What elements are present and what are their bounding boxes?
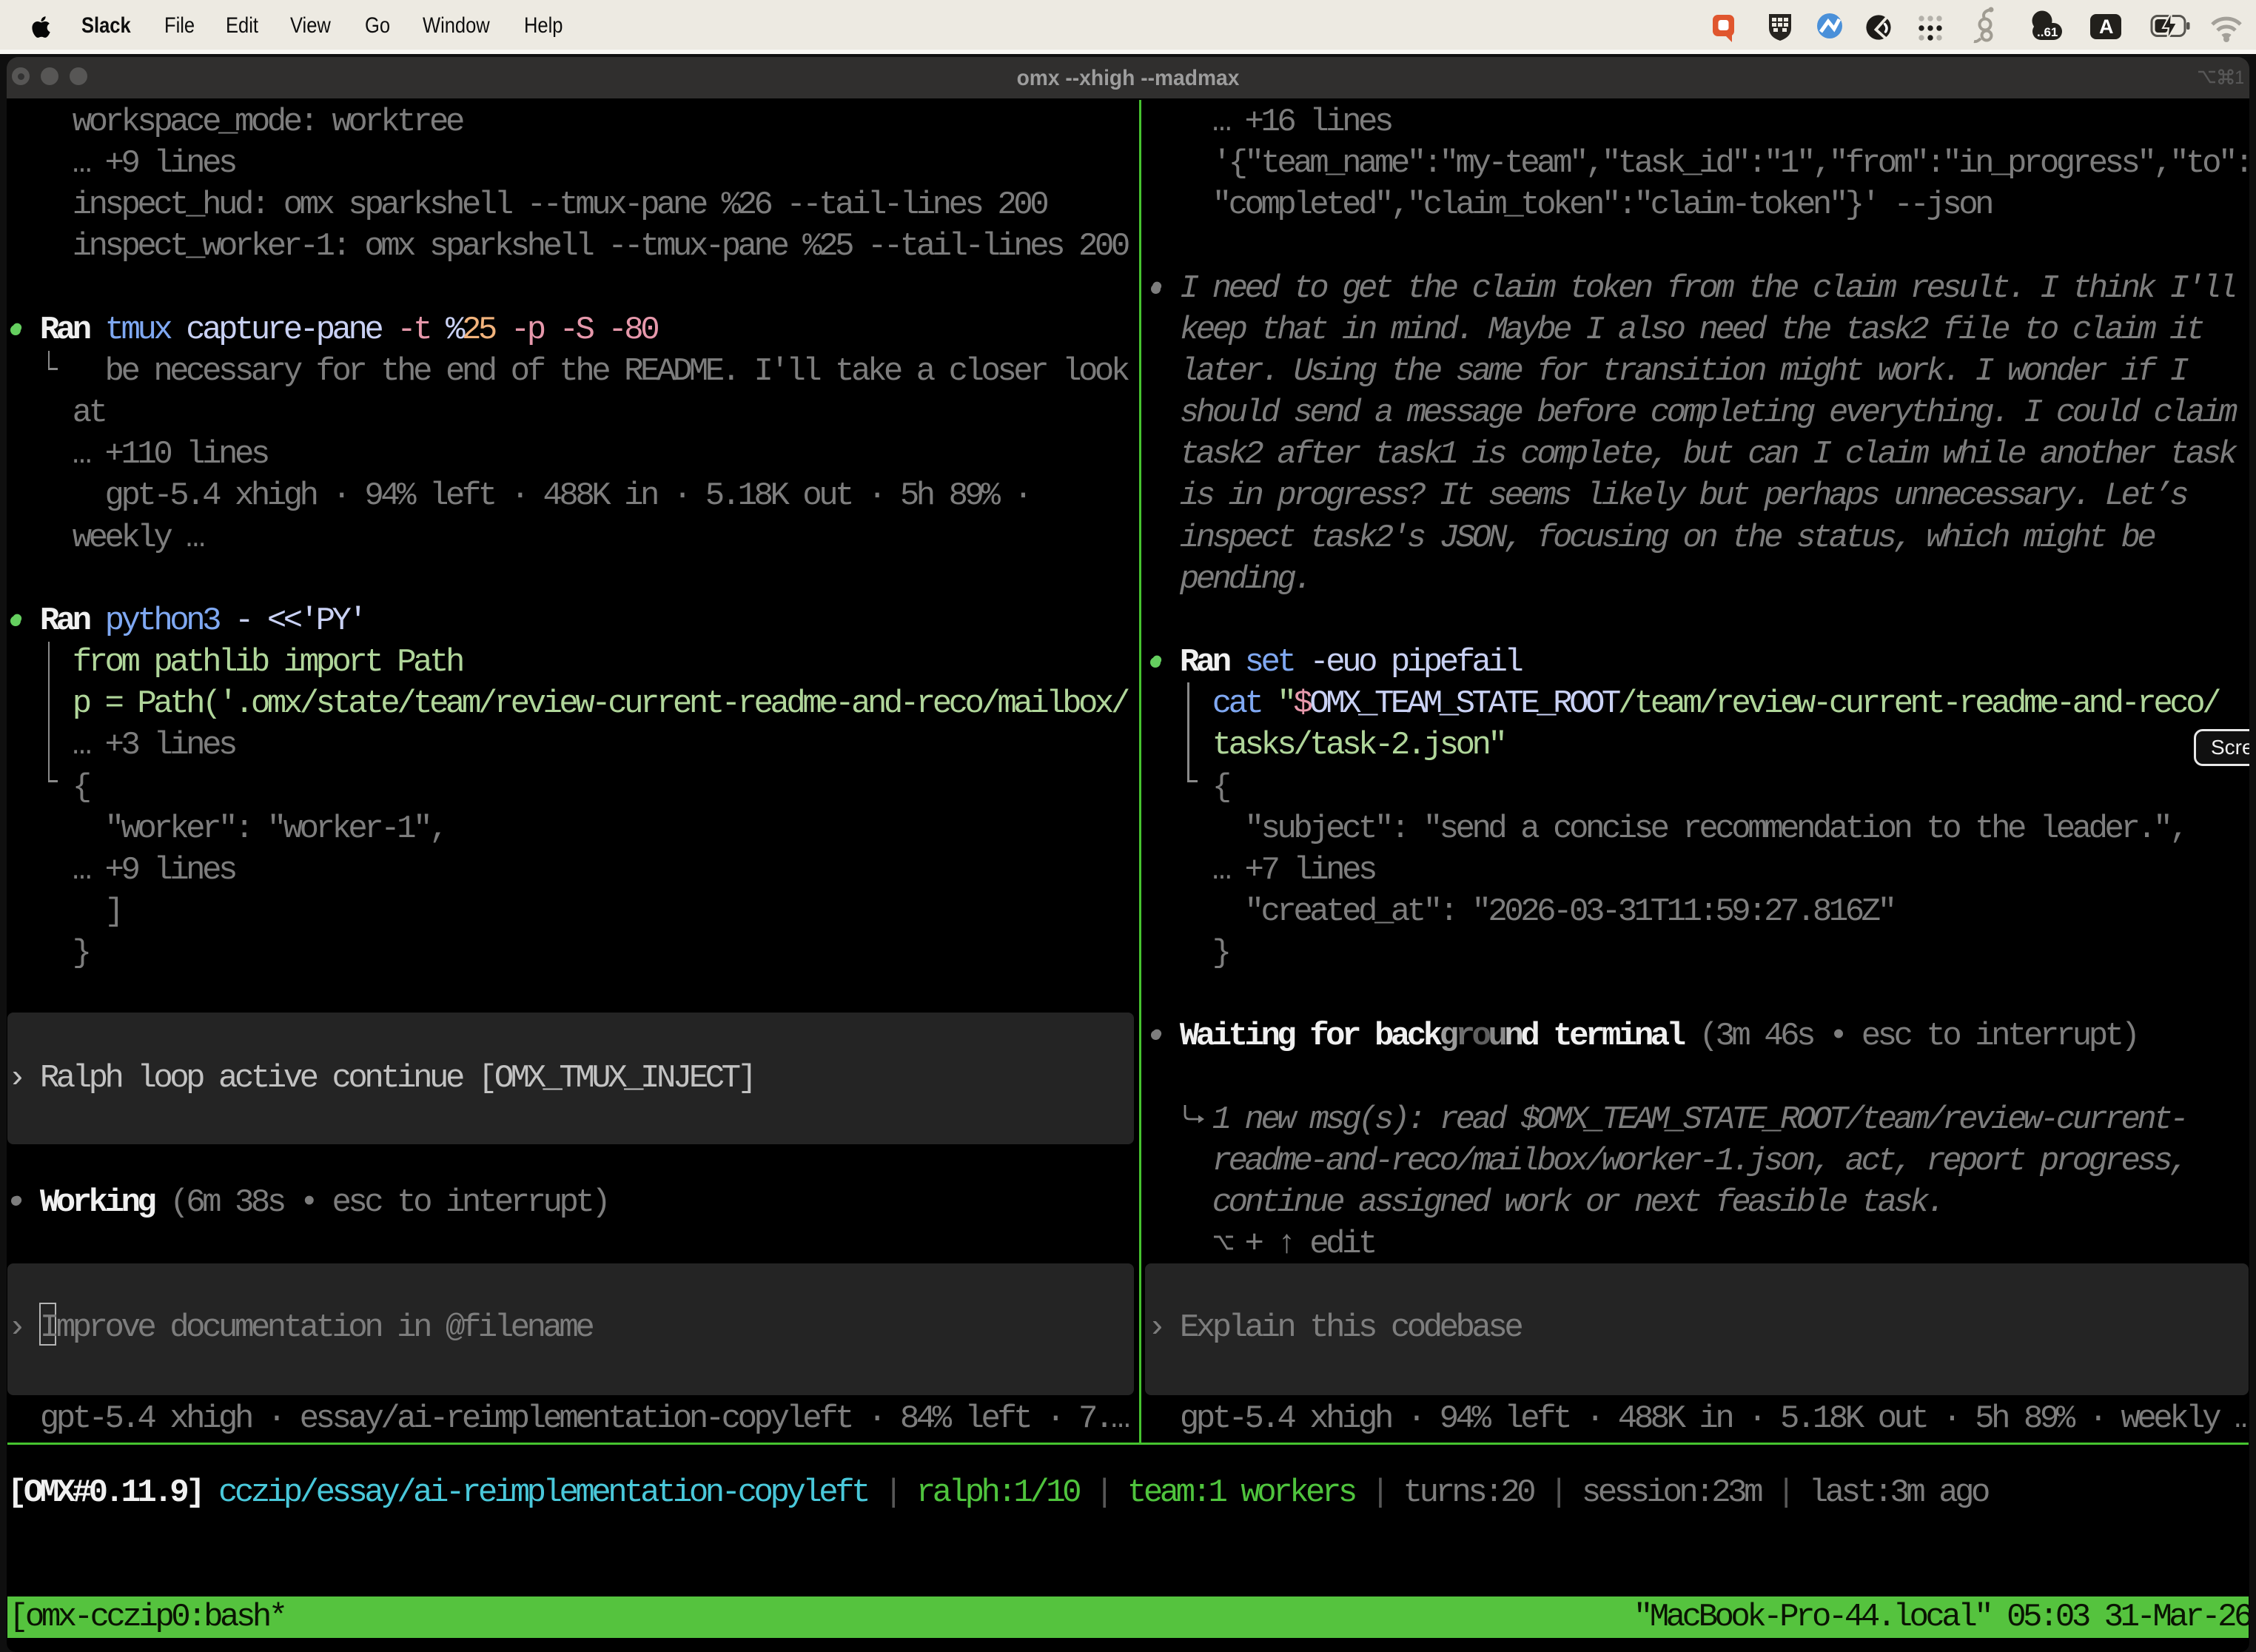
svg-text:1: 1	[2235, 67, 2243, 88]
svg-text:A: A	[2099, 16, 2114, 38]
svg-text:..61: ..61	[2037, 25, 2058, 39]
